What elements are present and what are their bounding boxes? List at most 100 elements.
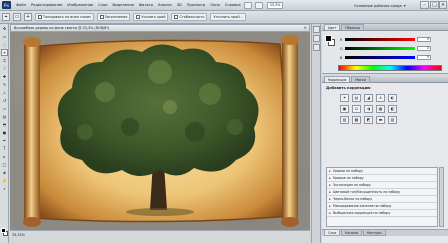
workspace-switcher[interactable]: Основные рабочая среда ▾ (354, 2, 416, 9)
red-value[interactable]: 0 (417, 37, 431, 42)
checkbox-box (136, 15, 141, 19)
shape-tool-icon[interactable]: □ (1, 161, 8, 168)
menu-file[interactable]: Файл (16, 3, 26, 7)
panel-foreground-swatch[interactable] (325, 35, 332, 42)
tab-swatches[interactable]: Образцы (341, 24, 365, 30)
presets-scrollbar[interactable] (439, 167, 444, 227)
contamination-checkbox[interactable]: Загрязнение (96, 13, 131, 21)
eraser-tool-icon[interactable]: ▱ (1, 105, 8, 112)
quick-select-tool-icon[interactable]: ⌖ (1, 49, 8, 56)
tab-paths[interactable]: Контуры (363, 230, 386, 236)
invert-icon[interactable]: ▨ (340, 116, 349, 124)
brush-tool-icon[interactable]: ✎ (1, 81, 8, 88)
blur-tool-icon[interactable]: ◓ (1, 121, 8, 128)
enhance-edge-checkbox[interactable]: Усилить край (133, 13, 169, 21)
menu-analysis[interactable]: Анализ (158, 3, 172, 7)
vibrance-icon[interactable]: ◐ (388, 94, 397, 102)
green-value[interactable]: 0 (417, 46, 431, 51)
curves-icon[interactable]: ◢ (364, 94, 373, 102)
new-selection-icon[interactable]: ▭ (13, 13, 21, 21)
black-white-icon[interactable]: ◑ (364, 105, 373, 113)
refine-edge-button[interactable]: Уточнить край... (210, 13, 246, 21)
hand-tool-icon[interactable]: ✋ (1, 177, 8, 184)
bridge-button[interactable] (243, 1, 252, 9)
move-tool-icon[interactable]: ✥ (1, 25, 8, 32)
stamp-tool-icon[interactable]: ⊥ (1, 89, 8, 96)
posterize-icon[interactable]: ▩ (352, 116, 361, 124)
blue-track[interactable] (345, 56, 415, 59)
pen-tool-icon[interactable]: ✒ (1, 137, 8, 144)
blue-slider[interactable]: B 0 (340, 54, 440, 61)
tab-masks[interactable]: Маски (351, 76, 370, 82)
color-spectrum[interactable] (338, 65, 442, 71)
zoom-level[interactable]: 33,3% (266, 1, 284, 9)
minimize-icon[interactable]: – (420, 1, 429, 9)
gradient-tool-icon[interactable]: ▤ (1, 113, 8, 120)
green-slider[interactable]: G 0 (340, 45, 440, 52)
channel-mixer-icon[interactable]: ◧ (388, 105, 397, 113)
foreground-color-swatch[interactable] (1, 228, 6, 233)
menu-help[interactable]: Справка (225, 3, 241, 7)
sample-all-layers-checkbox[interactable]: Тонировать по всем слоям (35, 13, 94, 21)
quick-selection-tool-icon[interactable]: ⌖ (2, 13, 10, 21)
tab-layers[interactable]: Слои (324, 230, 341, 236)
menu-3d[interactable]: 3D (177, 3, 182, 7)
selective-color-icon[interactable]: ▧ (388, 116, 397, 124)
threshold-icon[interactable]: ◩ (364, 116, 373, 124)
menu-filter[interactable]: Фильтр (139, 3, 153, 7)
gradient-map-icon[interactable]: ▬ (376, 116, 385, 124)
list-item[interactable]: ▸ Кривые по набору (327, 175, 437, 182)
minibridge-button[interactable] (254, 1, 263, 9)
tab-adjustments[interactable]: Коррекция (324, 76, 351, 82)
crop-tool-icon[interactable]: ⌗ (1, 57, 8, 64)
hue-saturation-icon[interactable]: ▣ (340, 105, 349, 113)
menu-window[interactable]: Окно (210, 3, 220, 7)
document-tab[interactable]: Волшебное дерево на фоне свитка @ 33,3% … (10, 24, 310, 32)
photo-filter-icon[interactable]: ▦ (376, 105, 385, 113)
list-item[interactable]: ▸ Черно-белое по набору (327, 196, 437, 203)
blue-value[interactable]: 0 (417, 55, 431, 60)
tab-channels[interactable]: Каналы (341, 230, 363, 236)
history-panel-icon[interactable] (313, 26, 320, 33)
status-bar: 33,33% (10, 230, 310, 239)
menu-edit[interactable]: Редактирование (31, 3, 62, 7)
menu-view[interactable]: Просмотр (187, 3, 205, 7)
type-tool-icon[interactable]: T (1, 145, 8, 152)
path-select-tool-icon[interactable]: ▸ (1, 153, 8, 160)
preset-label: Кривые по набору (333, 176, 364, 180)
red-track[interactable] (345, 38, 415, 41)
brush-panel-icon[interactable] (313, 44, 320, 51)
history-brush-tool-icon[interactable]: ↺ (1, 97, 8, 104)
green-track[interactable] (345, 47, 415, 50)
dodge-tool-icon[interactable]: ● (1, 129, 8, 136)
canvas[interactable] (10, 32, 310, 230)
exposure-icon[interactable]: ± (376, 94, 385, 102)
actions-panel-icon[interactable] (313, 35, 320, 42)
3d-tool-icon[interactable]: ◈ (1, 169, 8, 176)
list-item[interactable]: ▸ Экспозиция по набору (327, 182, 437, 189)
marquee-tool-icon[interactable]: ▭ (1, 33, 8, 40)
menu-layers[interactable]: Слои (98, 3, 107, 7)
maximize-icon[interactable]: □ (430, 1, 439, 9)
brightness-icon[interactable]: ☀ (340, 94, 349, 102)
title-bar: Ps Файл Редактирование Изображение Слои … (0, 0, 448, 11)
menu-select[interactable]: Выделение (113, 3, 134, 7)
status-zoom[interactable]: 33,33% (12, 233, 25, 237)
stability-checkbox[interactable]: Стабильность (171, 13, 208, 21)
color-balance-icon[interactable]: ⚖ (352, 105, 361, 113)
zoom-tool-icon[interactable]: ⌕ (1, 185, 8, 192)
eyedropper-tool-icon[interactable]: ⁄ (1, 65, 8, 72)
close-icon[interactable]: × (304, 25, 307, 30)
add-to-selection-icon[interactable]: + (24, 13, 32, 21)
list-item[interactable]: ▸ Цветовой тон/Насыщенность по набору (327, 189, 437, 196)
close-icon[interactable]: × (439, 1, 447, 9)
list-item[interactable]: ▸ Выборочная коррекция по набору (327, 210, 437, 217)
levels-icon[interactable]: ▤ (352, 94, 361, 102)
list-item[interactable]: ▸ Уровни по набору (327, 168, 437, 175)
tab-color[interactable]: Цвет (324, 24, 341, 30)
healing-tool-icon[interactable]: ✚ (1, 73, 8, 80)
menu-image[interactable]: Изображение (67, 3, 93, 7)
lasso-tool-icon[interactable]: ◌ (1, 41, 8, 48)
list-item[interactable]: ▸ Микширование каналов по набору (327, 203, 437, 210)
red-slider[interactable]: R 0 (340, 36, 440, 43)
